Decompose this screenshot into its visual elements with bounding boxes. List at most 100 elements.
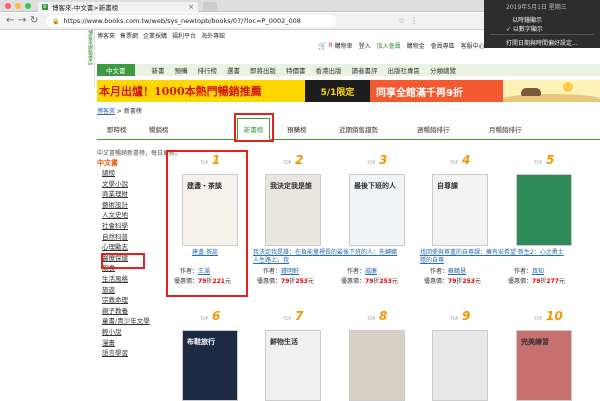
- tab-bestseller[interactable]: 暢銷榜: [149, 124, 169, 134]
- category-menu-item[interactable]: 出版社專區: [383, 65, 426, 75]
- price-unit: 元: [474, 278, 481, 285]
- sidebar-item[interactable]: 飲食: [97, 263, 161, 274]
- author-link[interactable]: 王滿: [198, 268, 210, 275]
- product-price-row: 優惠價：79折253元: [257, 276, 314, 285]
- book-cover[interactable]: 鮮物生活: [265, 330, 321, 401]
- author-link[interactable]: 蘇鶴慧: [448, 268, 466, 275]
- category-menu-item[interactable]: 分類總覽: [425, 65, 461, 75]
- product-card[interactable]: TOP 8: [337, 309, 421, 401]
- top-label: TOP: [367, 160, 376, 165]
- login-link[interactable]: 登入: [359, 41, 371, 50]
- book-cover[interactable]: [432, 330, 488, 401]
- zoom-window-icon[interactable]: [25, 3, 31, 9]
- product-title[interactable]: 我決定我是誰：在負能量裡長的人生路上，我: [253, 249, 337, 265]
- camel-banner-image[interactable]: [503, 80, 600, 102]
- cart-button[interactable]: 🛒 0 購物車: [318, 41, 353, 51]
- product-card[interactable]: TOP 3 最後下班的人 最後下班的人：先轉職 作者：威廉 優惠價：79折253元: [337, 153, 421, 296]
- category-menu-item[interactable]: 選書: [222, 65, 245, 75]
- browser-tab[interactable]: b 博客來-中文書>新書榜 ×: [38, 2, 198, 12]
- minimize-window-icon[interactable]: [15, 3, 21, 9]
- book-cover[interactable]: 我決定我是誰: [265, 174, 321, 246]
- product-card[interactable]: TOP 10 完美練習: [504, 309, 588, 401]
- product-card[interactable]: TOP 9: [420, 309, 504, 401]
- category-menu-item[interactable]: 預購: [170, 65, 193, 75]
- book-cover[interactable]: 建盞・茶談: [182, 174, 238, 246]
- clock-option-preferences[interactable]: 打開日期與時間偏好設定...: [506, 38, 578, 47]
- back-icon[interactable]: ←: [6, 15, 14, 27]
- site-logo[interactable]: 博客來網路書店: [85, 30, 95, 88]
- sidebar-item[interactable]: 文學小說: [97, 179, 161, 190]
- sidebar-item[interactable]: 親子教養: [97, 306, 161, 317]
- category-menu-item[interactable]: 排行榜: [193, 65, 223, 75]
- sidebar-item[interactable]: 語言學習: [97, 348, 161, 359]
- sidebar-item[interactable]: 宗教命理: [97, 295, 161, 306]
- product-title[interactable]: 建盞‧茶談: [170, 249, 240, 257]
- book-cover[interactable]: 最後下班的人: [349, 174, 405, 246]
- category-menu-item[interactable]: 特價書: [281, 65, 311, 75]
- product-title[interactable]: 找回愛與尊重的自尊課：擁有安穩的自尊: [420, 249, 504, 265]
- breadcrumb-home[interactable]: 博客來: [97, 108, 115, 115]
- clock-option-digital[interactable]: ✓ 以數字顯示: [506, 24, 543, 33]
- product-title[interactable]: 希望‧新生2：心之勇士: [504, 249, 588, 257]
- new-tab-button[interactable]: [203, 2, 217, 11]
- product-card[interactable]: TOP 7 鮮物生活: [253, 309, 337, 401]
- clock-option-analog[interactable]: 以時鐘顯示: [512, 15, 542, 24]
- book-cover[interactable]: 完美練習: [516, 330, 572, 401]
- bookmark-star-icon[interactable]: ☆: [398, 16, 405, 25]
- tab-realtime[interactable]: 即時榜: [107, 124, 127, 134]
- book-cover[interactable]: 自尊課: [432, 174, 488, 246]
- product-title[interactable]: 最後下班的人：先轉職: [337, 249, 421, 257]
- sidebar-item[interactable]: 生活風格: [97, 274, 161, 285]
- menu-kebab-icon[interactable]: ⋮: [410, 16, 418, 25]
- promo-banner[interactable]: 本月出爐！1000本熱門暢銷推薦 5/1限定 同享全館滿千再9折: [97, 80, 503, 102]
- category-menu-item[interactable]: 新書: [147, 65, 170, 75]
- join-member-link[interactable]: 加入會員: [377, 41, 401, 50]
- price-label: 優惠價：: [257, 278, 282, 285]
- top-link[interactable]: 海外專館: [201, 31, 225, 40]
- sidebar-item[interactable]: 旅遊: [97, 285, 161, 296]
- tab-close-icon[interactable]: ×: [188, 3, 194, 11]
- book-cover[interactable]: 布鞋旅行: [182, 330, 238, 401]
- sidebar-item-psychology[interactable]: 心理勵志: [97, 242, 161, 253]
- user-link[interactable]: 會員專區: [431, 41, 455, 50]
- tab-trend[interactable]: 近期銷售趨勢: [339, 124, 378, 134]
- tab-preorder[interactable]: 預購榜: [287, 124, 307, 134]
- book-cover[interactable]: [516, 174, 572, 246]
- user-link[interactable]: 客服中心: [461, 41, 485, 50]
- product-card[interactable]: TOP 5 希望‧新生2：心之勇士 作者：真知 優惠價：79折277元: [504, 153, 588, 296]
- sidebar-item[interactable]: 人文史地: [97, 210, 161, 221]
- tab-new-books[interactable]: 新書榜: [237, 118, 270, 140]
- tab-monthly[interactable]: 月暢銷排行: [489, 124, 522, 134]
- top-link[interactable]: 企業採購: [143, 31, 167, 40]
- top-link[interactable]: 福利平台: [172, 31, 196, 40]
- forward-icon[interactable]: →: [18, 15, 26, 27]
- tab-weekly[interactable]: 週暢銷排行: [417, 124, 450, 134]
- sidebar-item[interactable]: 自然科普: [97, 232, 161, 243]
- author-link[interactable]: 鍾明軒: [281, 268, 299, 275]
- sidebar-item[interactable]: 商業理財: [97, 189, 161, 200]
- category-menu-item[interactable]: 讀者書評: [347, 65, 383, 75]
- user-link[interactable]: 購物金: [407, 41, 425, 50]
- sidebar-item[interactable]: 漫畫: [97, 338, 161, 349]
- product-card[interactable]: TOP 2 我決定我是誰 我決定我是誰：在負能量裡長的人生路上，我 作者：鍾明軒 優惠價：…: [253, 153, 337, 296]
- sidebar-item[interactable]: 醫療保健: [97, 253, 161, 264]
- author-link[interactable]: 威廉: [365, 268, 377, 275]
- sidebar-item[interactable]: 社會科學: [97, 221, 161, 232]
- product-card[interactable]: TOP 1 建盞・茶談 建盞‧茶談 作者：王滿 優惠價：79折221元: [170, 153, 254, 296]
- top-link[interactable]: 售票網: [120, 31, 138, 40]
- sidebar-item[interactable]: 輕小說: [97, 327, 161, 338]
- url-input[interactable]: 🔒 https://www.books.com.tw/web/sys_newto…: [46, 15, 336, 27]
- top-link[interactable]: 博客來: [97, 31, 115, 40]
- category-menu-item[interactable]: 即將出版: [245, 65, 281, 75]
- product-card[interactable]: TOP 4 自尊課 找回愛與尊重的自尊課：擁有安穩的自尊 作者：蘇鶴慧 優惠價：79折25…: [420, 153, 504, 296]
- reload-icon[interactable]: ↻: [30, 15, 38, 27]
- book-cover[interactable]: [349, 330, 405, 401]
- sidebar-item[interactable]: 童書/青少年文學: [97, 316, 161, 327]
- product-card[interactable]: TOP 6 布鞋旅行: [170, 309, 254, 401]
- category-menu-item[interactable]: 香港出版: [311, 65, 347, 75]
- close-window-icon[interactable]: [5, 3, 11, 9]
- category-menu-current[interactable]: 中文書: [97, 64, 135, 76]
- author-link[interactable]: 真知: [532, 268, 544, 275]
- sidebar-item[interactable]: 藝術設計: [97, 200, 161, 211]
- sidebar-item[interactable]: 總榜: [97, 168, 161, 179]
